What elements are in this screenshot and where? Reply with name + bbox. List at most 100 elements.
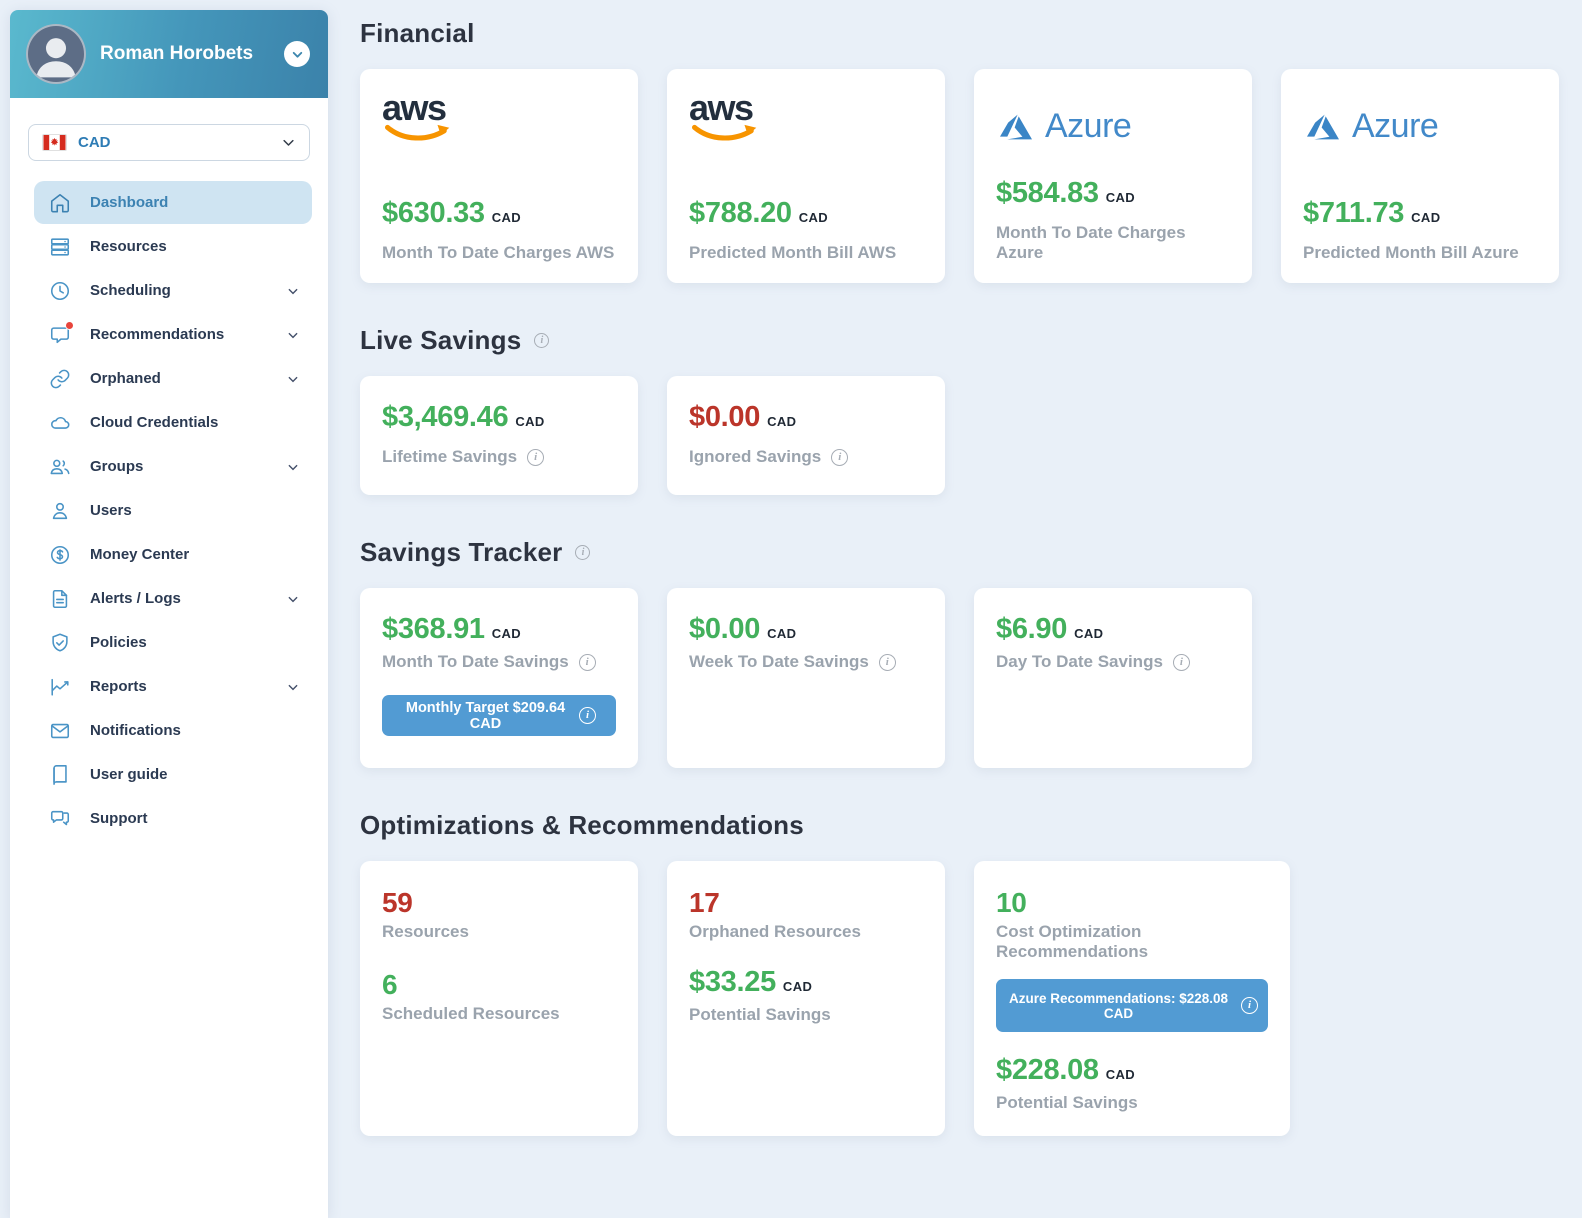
chevron-down-icon[interactable] <box>286 328 300 342</box>
currency-suffix: CAD <box>1074 626 1104 641</box>
card-lifetime-savings: $3,469.46 CAD Lifetime Savings i <box>360 376 638 495</box>
chevron-down-icon[interactable] <box>286 284 300 298</box>
card-label: Month To Date Savings <box>382 652 569 671</box>
card-label: Predicted Month Bill AWS <box>689 243 897 262</box>
aws-logo: aws <box>382 90 454 151</box>
section-financial: Financial aws $630.33 CAD Month To Date … <box>360 18 1560 283</box>
live-savings-title: Live Savings <box>360 325 522 355</box>
currency-suffix: CAD <box>1105 190 1136 205</box>
card-predicted-bill-aws: aws $788.20 CAD Predicted Month Bill AWS <box>667 69 945 283</box>
sidebar-item-notifications[interactable]: Notifications <box>34 709 312 752</box>
canada-flag-icon <box>42 134 67 151</box>
stat-value: 17 <box>689 887 720 918</box>
card-label: Lifetime Savings <box>382 447 518 466</box>
card-label: Week To Date Savings <box>689 652 869 671</box>
card-ignored-savings: $0.00 CAD Ignored Savings i <box>667 376 945 495</box>
chevron-down-icon[interactable] <box>286 592 300 606</box>
section-savings-tracker: Savings Tracker i $368.91 CAD Month To D… <box>360 537 1560 768</box>
info-icon[interactable]: i <box>579 707 596 724</box>
savings-tracker-title: Savings Tracker <box>360 537 563 567</box>
azure-logo: Azure <box>1303 107 1537 146</box>
card-label: Month To Date Charges Azure <box>996 223 1186 262</box>
info-icon[interactable]: i <box>534 333 550 348</box>
card-cost-optimization: 10 Cost Optimization Recommendations Azu… <box>974 861 1290 1136</box>
card-mtd-charges-aws: aws $630.33 CAD Month To Date Charges AW… <box>360 69 638 283</box>
card-orphaned-summary: 17 Orphaned Resources $33.25 CAD Potenti… <box>667 861 945 1136</box>
monthly-target-button[interactable]: Monthly Target $209.64 CAD i <box>382 695 616 736</box>
chevron-down-icon[interactable] <box>286 460 300 474</box>
currency-suffix: CAD <box>782 979 813 994</box>
amount-value: $630.33 <box>382 197 485 229</box>
card-mtd-charges-azure: Azure $584.83 CAD Month To Date Charges … <box>974 69 1252 283</box>
dashboard-main: Financial aws $630.33 CAD Month To Date … <box>360 0 1560 1136</box>
chevron-down-icon[interactable] <box>286 680 300 694</box>
info-icon[interactable]: i <box>1241 997 1258 1014</box>
currency-suffix: CAD <box>515 414 545 429</box>
sidebar-item-recommendations[interactable]: Recommendations <box>34 313 312 356</box>
person-icon <box>49 500 71 522</box>
sidebar-item-resources[interactable]: Resources <box>34 225 312 268</box>
stat-value: 6 <box>382 969 398 1000</box>
shield-check-icon <box>49 632 71 654</box>
sidebar-item-support[interactable]: Support <box>34 797 312 840</box>
info-icon[interactable]: i <box>578 653 596 671</box>
card-label: Ignored Savings <box>689 447 822 466</box>
sidebar-item-user-guide[interactable]: User guide <box>34 753 312 796</box>
amount-value: $33.25 <box>689 966 776 998</box>
section-live-savings: Live Savings i $3,469.46 CAD Lifetime Sa… <box>360 325 1560 495</box>
sidebar-item-dashboard[interactable]: Dashboard <box>34 181 312 224</box>
home-icon <box>49 192 71 214</box>
avatar <box>26 24 86 84</box>
sidebar-item-money-center[interactable]: Money Center <box>34 533 312 576</box>
amount-value: $6.90 <box>996 613 1068 645</box>
sidebar-item-reports[interactable]: Reports <box>34 665 312 708</box>
document-icon <box>49 588 71 610</box>
chevron-down-icon[interactable] <box>286 372 300 386</box>
sidebar-item-users[interactable]: Users <box>34 489 312 532</box>
card-resources-summary: 59 Resources 6 Scheduled Resources <box>360 861 638 1136</box>
info-icon[interactable]: i <box>527 448 545 466</box>
card-dtd-savings: $6.90 CAD Day To Date Savings i <box>974 588 1252 768</box>
amount-value: $368.91 <box>382 613 485 645</box>
aws-logo: aws <box>689 90 761 151</box>
stat-value: 59 <box>382 887 413 918</box>
currency-suffix: CAD <box>798 210 829 225</box>
sidebar-item-scheduling[interactable]: Scheduling <box>34 269 312 312</box>
info-icon[interactable]: i <box>831 448 849 466</box>
sidebar-item-groups[interactable]: Groups <box>34 445 312 488</box>
section-optimizations: Optimizations & Recommendations 59 Resou… <box>360 810 1560 1136</box>
info-icon[interactable]: i <box>1172 653 1190 671</box>
cloud-icon <box>49 412 71 434</box>
azure-recommendations-button[interactable]: Azure Recommendations: $228.08 CAD i <box>996 979 1268 1032</box>
sidebar-item-orphaned[interactable]: Orphaned <box>34 357 312 400</box>
card-wtd-savings: $0.00 CAD Week To Date Savings i <box>667 588 945 768</box>
user-profile-header[interactable]: Roman Horobets <box>10 10 328 98</box>
sidebar: Roman Horobets CAD Dashboard Resources S… <box>10 10 328 1218</box>
amount-value: $228.08 <box>996 1054 1099 1086</box>
envelope-icon <box>49 720 71 742</box>
currency-suffix: CAD <box>1105 1067 1136 1082</box>
stat-label: Scheduled Resources <box>382 1004 560 1023</box>
card-label: Potential Savings <box>996 1093 1138 1112</box>
people-icon <box>49 456 71 478</box>
info-icon[interactable]: i <box>575 545 591 560</box>
sidebar-item-alerts-logs[interactable]: Alerts / Logs <box>34 577 312 620</box>
sidebar-item-policies[interactable]: Policies <box>34 621 312 664</box>
stat-label: Orphaned Resources <box>689 922 861 941</box>
sidebar-item-cloud-credentials[interactable]: Cloud Credentials <box>34 401 312 444</box>
server-icon <box>49 236 71 258</box>
info-icon[interactable]: i <box>878 653 896 671</box>
currency-suffix: CAD <box>767 414 797 429</box>
currency-selector[interactable]: CAD <box>28 124 310 161</box>
amount-value: $584.83 <box>996 177 1099 209</box>
sidebar-menu: Dashboard Resources Scheduling Recommend… <box>10 181 328 840</box>
card-label: Day To Date Savings <box>996 652 1163 671</box>
azure-logo: Azure <box>996 107 1230 146</box>
card-predicted-bill-azure: Azure $711.73 CAD Predicted Month Bill A… <box>1281 69 1559 283</box>
amount-value: $3,469.46 <box>382 401 509 433</box>
profile-chevron-down-icon[interactable] <box>284 41 310 67</box>
card-mtd-savings: $368.91 CAD Month To Date Savings i Month… <box>360 588 638 768</box>
chart-line-icon <box>49 676 71 698</box>
stat-label: Resources <box>382 922 469 941</box>
notification-badge <box>65 320 74 330</box>
